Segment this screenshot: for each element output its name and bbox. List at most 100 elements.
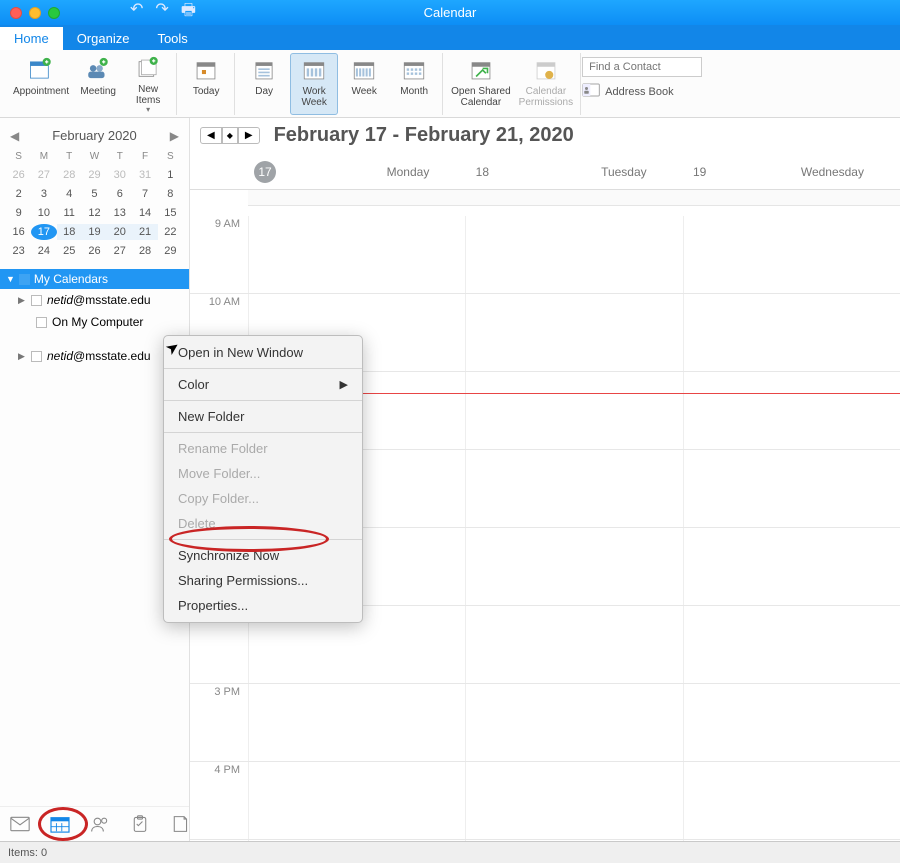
time-cell[interactable] [683, 450, 900, 527]
mini-day[interactable]: 27 [31, 167, 56, 183]
mini-day[interactable]: 27 [107, 243, 132, 259]
mini-day[interactable]: 22 [158, 224, 183, 240]
appointment-button[interactable]: Appointment [10, 53, 72, 115]
time-cell[interactable] [683, 528, 900, 605]
all-day-row[interactable] [248, 190, 900, 206]
mini-day[interactable]: 2 [6, 186, 31, 202]
today-dot-button[interactable]: ◆ [222, 127, 238, 144]
address-book-button[interactable]: Address Book [582, 83, 702, 100]
mini-day[interactable]: 23 [6, 243, 31, 259]
mini-day[interactable]: 10 [31, 205, 56, 221]
time-cell[interactable] [465, 450, 682, 527]
notes-nav-icon[interactable] [170, 815, 190, 833]
mini-day[interactable]: 19 [82, 224, 107, 240]
mini-day[interactable]: 12 [82, 205, 107, 221]
time-cell[interactable] [465, 762, 682, 839]
mini-day[interactable]: 31 [132, 167, 157, 183]
next-month-button[interactable]: ▶ [170, 129, 179, 143]
today-button[interactable]: Today [182, 53, 230, 115]
mini-day[interactable]: 17 [31, 224, 56, 240]
tasks-nav-icon[interactable] [130, 815, 150, 833]
time-cell[interactable] [465, 840, 682, 841]
meeting-button[interactable]: Meeting [74, 53, 122, 115]
calendar-checkbox[interactable] [31, 295, 42, 306]
mini-day[interactable]: 20 [107, 224, 132, 240]
hour-row[interactable]: 3 PM [190, 684, 900, 762]
mini-day[interactable]: 30 [107, 167, 132, 183]
calendar-on-my-computer[interactable]: On My Computer [0, 311, 189, 333]
mini-day[interactable]: 25 [57, 243, 82, 259]
ctx-new-folder[interactable]: New Folder [164, 404, 362, 429]
hour-row[interactable]: 4 PM [190, 762, 900, 840]
calendar-nav-icon[interactable] [50, 815, 70, 833]
month-view-button[interactable]: Month [390, 53, 438, 115]
time-cell[interactable] [248, 216, 465, 293]
tab-organize[interactable]: Organize [63, 27, 144, 50]
prev-period-button[interactable]: ◀ [200, 127, 222, 144]
mini-day[interactable]: 4 [57, 186, 82, 202]
mini-day[interactable]: 13 [107, 205, 132, 221]
day-column-header[interactable]: 19Wednesday [683, 157, 900, 189]
time-cell[interactable] [465, 294, 682, 371]
time-cell[interactable] [683, 684, 900, 761]
prev-month-button[interactable]: ◀ [10, 129, 19, 143]
ctx-open-new-window[interactable]: Open in New Window [164, 340, 362, 365]
mini-day[interactable]: 26 [6, 167, 31, 183]
mini-day[interactable]: 9 [6, 205, 31, 221]
ctx-sharing-permissions[interactable]: Sharing Permissions... [164, 568, 362, 593]
tab-home[interactable]: Home [0, 27, 63, 50]
week-view-button[interactable]: Week [340, 53, 388, 115]
time-cell[interactable] [465, 372, 682, 449]
mini-day[interactable]: 24 [31, 243, 56, 259]
mini-day[interactable]: 7 [132, 186, 157, 202]
day-column-header[interactable]: 17Monday [248, 157, 465, 189]
mini-day[interactable]: 6 [107, 186, 132, 202]
time-cell[interactable] [683, 606, 900, 683]
time-cell[interactable] [248, 684, 465, 761]
mini-day[interactable]: 28 [132, 243, 157, 259]
mail-nav-icon[interactable] [10, 815, 30, 833]
time-cell[interactable] [683, 216, 900, 293]
find-contact-input[interactable] [582, 57, 702, 77]
ctx-synchronize-now[interactable]: Synchronize Now [164, 543, 362, 568]
mini-day[interactable]: 29 [82, 167, 107, 183]
time-cell[interactable] [248, 840, 465, 841]
time-cell[interactable] [465, 216, 682, 293]
calendar-checkbox[interactable] [36, 317, 47, 328]
ctx-color[interactable]: Color▶ [164, 372, 362, 397]
calendar-checkbox[interactable] [31, 351, 42, 362]
mini-day[interactable]: 8 [158, 186, 183, 202]
day-view-button[interactable]: Day [240, 53, 288, 115]
calendar-account-1[interactable]: ▶ netid@msstate.edu [0, 289, 189, 311]
hour-row[interactable]: 9 AM [190, 216, 900, 294]
mini-day[interactable]: 1 [158, 167, 183, 183]
mini-day[interactable]: 28 [57, 167, 82, 183]
time-cell[interactable] [465, 606, 682, 683]
time-cell[interactable] [248, 762, 465, 839]
time-cell[interactable] [683, 294, 900, 371]
time-cell[interactable] [683, 762, 900, 839]
next-period-button[interactable]: ▶ [238, 127, 260, 144]
new-items-button[interactable]: New Items ▾ [124, 53, 172, 115]
mini-day[interactable]: 18 [57, 224, 82, 240]
mini-day[interactable]: 29 [158, 243, 183, 259]
ctx-properties[interactable]: Properties... [164, 593, 362, 618]
mini-day[interactable]: 15 [158, 205, 183, 221]
mini-day[interactable]: 5 [82, 186, 107, 202]
mini-day[interactable]: 11 [57, 205, 82, 221]
day-column-header[interactable]: 18Tuesday [465, 157, 682, 189]
time-cell[interactable] [465, 528, 682, 605]
tab-tools[interactable]: Tools [143, 27, 201, 50]
time-cell[interactable] [683, 840, 900, 841]
mini-day[interactable]: 16 [6, 224, 31, 240]
people-nav-icon[interactable] [90, 815, 110, 833]
time-cell[interactable] [683, 372, 900, 449]
work-week-view-button[interactable]: Work Week [290, 53, 338, 115]
calendar-account-2[interactable]: ▶ netid@msstate.edu [0, 345, 189, 367]
mini-day[interactable]: 3 [31, 186, 56, 202]
my-calendars-header[interactable]: ▼ My Calendars [0, 269, 189, 289]
hour-row[interactable]: 5 PM [190, 840, 900, 841]
mini-day[interactable]: 26 [82, 243, 107, 259]
mini-day[interactable]: 21 [132, 224, 157, 240]
mini-day[interactable]: 14 [132, 205, 157, 221]
